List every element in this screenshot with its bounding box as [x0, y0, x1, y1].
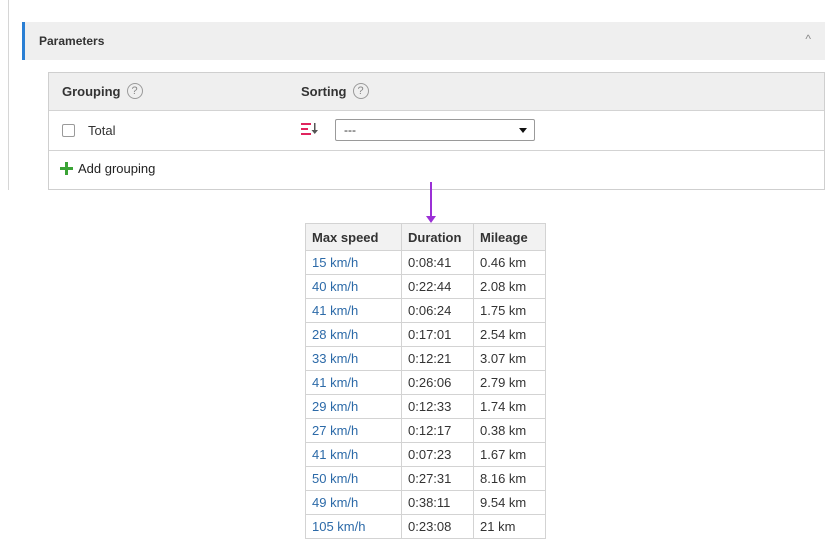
cell-mileage: 2.54 km	[473, 322, 546, 347]
sorting-select-value: ---	[344, 123, 356, 137]
left-divider	[8, 0, 9, 190]
sort-order-icon[interactable]	[301, 121, 319, 137]
cell-duration: 0:08:41	[401, 250, 474, 275]
add-grouping-label: Add grouping	[78, 161, 156, 176]
cell-mileage: 1.67 km	[473, 442, 546, 467]
parameters-header[interactable]: Parameters ^	[22, 22, 825, 60]
chevron-up-icon[interactable]: ^	[805, 32, 811, 46]
sorting-select[interactable]: ---	[335, 119, 535, 141]
cell-duration: 0:27:31	[401, 466, 474, 491]
total-grouping-row: Total ---	[49, 111, 824, 151]
cell-duration: 0:22:44	[401, 274, 474, 299]
cell-max-speed[interactable]: 27 km/h	[305, 418, 402, 443]
caret-down-icon	[519, 128, 527, 133]
cell-duration: 0:38:11	[401, 490, 474, 515]
table-row: 27 km/h 0:12:17 0.38 km	[305, 418, 546, 443]
sorting-column-title: Sorting ?	[301, 83, 369, 99]
table-row: 28 km/h 0:17:01 2.54 km	[305, 322, 546, 347]
table-row: 50 km/h 0:27:31 8.16 km	[305, 466, 546, 491]
table-row: 105 km/h 0:23:08 21 km	[305, 514, 546, 539]
cell-mileage: 1.75 km	[473, 298, 546, 323]
sorting-label: Sorting	[301, 83, 347, 99]
table-row: 29 km/h 0:12:33 1.74 km	[305, 394, 546, 419]
cell-max-speed[interactable]: 105 km/h	[305, 514, 402, 539]
grouping-column-title: Grouping ?	[62, 83, 143, 99]
table-row: 49 km/h 0:38:11 9.54 km	[305, 490, 546, 515]
cell-mileage: 3.07 km	[473, 346, 546, 371]
column-header-duration[interactable]: Duration	[401, 223, 474, 251]
cell-duration: 0:23:08	[401, 514, 474, 539]
cell-duration: 0:12:17	[401, 418, 474, 443]
cell-max-speed[interactable]: 28 km/h	[305, 322, 402, 347]
cell-duration: 0:06:24	[401, 298, 474, 323]
cell-mileage: 2.79 km	[473, 370, 546, 395]
sorting-help-icon[interactable]: ?	[352, 83, 369, 99]
total-checkbox[interactable]	[62, 124, 75, 137]
trips-table: Max speed Duration Mileage 15 km/h 0:08:4…	[305, 223, 546, 539]
add-grouping-row: Add grouping	[49, 151, 824, 189]
cell-max-speed[interactable]: 40 km/h	[305, 274, 402, 299]
cell-max-speed[interactable]: 41 km/h	[305, 442, 402, 467]
grouping-label: Grouping	[62, 83, 121, 99]
total-label: Total	[88, 123, 116, 138]
parameters-title: Parameters	[39, 34, 105, 48]
grouping-help-icon[interactable]: ?	[126, 83, 143, 99]
cell-mileage: 8.16 km	[473, 466, 546, 491]
cell-duration: 0:12:21	[401, 346, 474, 371]
cell-max-speed[interactable]: 33 km/h	[305, 346, 402, 371]
table-row: 41 km/h 0:06:24 1.75 km	[305, 298, 546, 323]
cell-max-speed[interactable]: 29 km/h	[305, 394, 402, 419]
table-row: 41 km/h 0:07:23 1.67 km	[305, 442, 546, 467]
plus-icon	[60, 162, 73, 175]
arrow-indicator-line	[430, 182, 432, 218]
cell-duration: 0:12:33	[401, 394, 474, 419]
column-header-max-speed[interactable]: Max speed	[305, 223, 402, 251]
grouping-panel: Grouping ? Sorting ? Total --- Add group…	[48, 72, 825, 190]
cell-mileage: 0.46 km	[473, 250, 546, 275]
cell-mileage: 9.54 km	[473, 490, 546, 515]
cell-mileage: 0.38 km	[473, 418, 546, 443]
cell-duration: 0:17:01	[401, 322, 474, 347]
table-row: 41 km/h 0:26:06 2.79 km	[305, 370, 546, 395]
grouping-panel-header: Grouping ? Sorting ?	[49, 73, 824, 111]
column-header-mileage[interactable]: Mileage	[473, 223, 546, 251]
arrow-down-icon	[426, 216, 436, 223]
add-grouping-button[interactable]: Add grouping	[60, 161, 155, 176]
cell-mileage: 1.74 km	[473, 394, 546, 419]
cell-max-speed[interactable]: 50 km/h	[305, 466, 402, 491]
cell-duration: 0:26:06	[401, 370, 474, 395]
cell-mileage: 21 km	[473, 514, 546, 539]
cell-max-speed[interactable]: 15 km/h	[305, 250, 402, 275]
table-row: 33 km/h 0:12:21 3.07 km	[305, 346, 546, 371]
cell-max-speed[interactable]: 41 km/h	[305, 298, 402, 323]
cell-max-speed[interactable]: 41 km/h	[305, 370, 402, 395]
table-row: 15 km/h 0:08:41 0.46 km	[305, 250, 546, 275]
cell-max-speed[interactable]: 49 km/h	[305, 490, 402, 515]
cell-mileage: 2.08 km	[473, 274, 546, 299]
cell-duration: 0:07:23	[401, 442, 474, 467]
table-row: 40 km/h 0:22:44 2.08 km	[305, 274, 546, 299]
table-header-row: Max speed Duration Mileage	[305, 223, 546, 251]
